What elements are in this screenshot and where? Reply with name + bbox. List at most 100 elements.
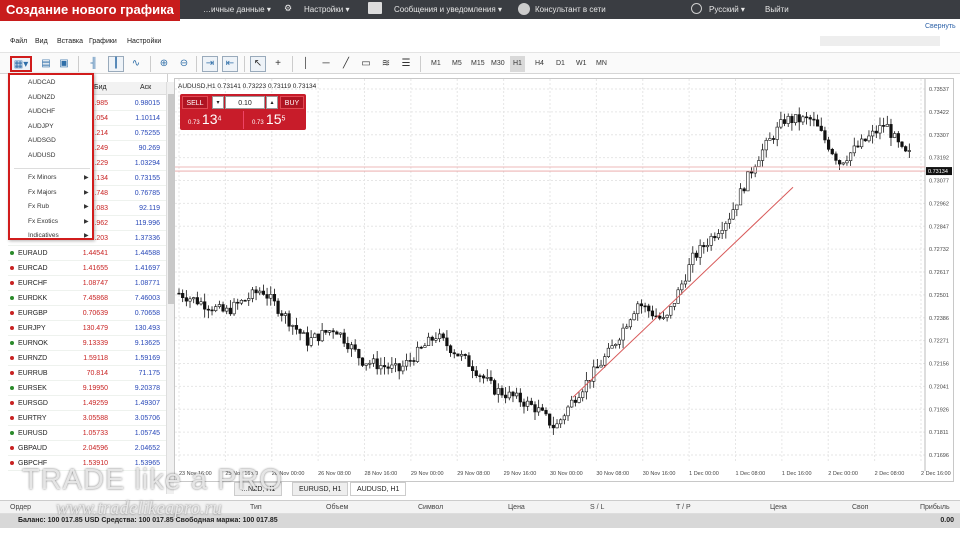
crosshair-icon[interactable]: + bbox=[270, 56, 286, 72]
volume-input[interactable]: 0.10 bbox=[225, 96, 265, 109]
trendline-icon[interactable]: ╱ bbox=[338, 56, 354, 72]
zoom-out-icon[interactable]: ⊖ bbox=[176, 56, 192, 72]
market-watch-row[interactable]: EURJPY 130.479 130.493 bbox=[8, 321, 168, 336]
dropdown-symbol-item[interactable]: AUDSGD bbox=[28, 137, 56, 144]
candle-body bbox=[749, 171, 754, 174]
channel-icon[interactable]: ≋ bbox=[378, 56, 394, 72]
candlestick-chart-icon[interactable]: ┃ bbox=[108, 56, 124, 72]
trend-dot-icon bbox=[10, 281, 14, 285]
timeframe-h4[interactable]: H4 bbox=[532, 56, 547, 72]
text-label-icon[interactable]: ▭ bbox=[358, 56, 374, 72]
market-watch-row[interactable]: EURNOK 9.13339 9.13625 bbox=[8, 336, 168, 351]
candle-body bbox=[430, 336, 434, 341]
bar-chart-icon[interactable]: ╢ bbox=[86, 56, 102, 72]
timeframe-mn[interactable]: MN bbox=[593, 56, 610, 72]
ask-value: 1.49307 bbox=[134, 400, 160, 407]
chart-shift-icon[interactable]: ⇤ bbox=[222, 56, 238, 72]
online-consultant-link[interactable]: Консультант в сети bbox=[535, 5, 606, 14]
messages-menu[interactable]: Сообщения и уведомления ▾ bbox=[394, 5, 502, 14]
price-chart[interactable]: 0.73537 0.73422 0.73307 0.73192 0.73077 0.729… bbox=[175, 79, 953, 481]
menu-settings[interactable]: Настройки bbox=[127, 38, 161, 45]
timeframe-m30[interactable]: M30 bbox=[488, 56, 508, 72]
ask-value: 1.41697 bbox=[134, 265, 160, 272]
orders-column-header[interactable]: Цена bbox=[770, 504, 787, 511]
market-watch-row[interactable]: EURNZD 1.59118 1.59169 bbox=[8, 351, 168, 366]
logout-link[interactable]: Выйти bbox=[765, 5, 789, 14]
market-watch-row[interactable]: EURGBP 0.70639 0.70658 bbox=[8, 306, 168, 321]
chart-window[interactable]: 0.73537 0.73422 0.73307 0.73192 0.73077 0.729… bbox=[174, 78, 954, 482]
volume-increase-button[interactable]: ▴ bbox=[266, 96, 278, 109]
dropdown-group-item[interactable]: Fx Minors bbox=[28, 174, 57, 181]
candle-body bbox=[247, 298, 251, 301]
sell-price[interactable]: 0.73 134 bbox=[188, 111, 221, 127]
menu-view[interactable]: Вид bbox=[35, 38, 48, 45]
ask-value: 1.05745 bbox=[134, 430, 160, 437]
template-icon[interactable]: ▣ bbox=[56, 56, 72, 72]
market-watch-row[interactable]: EURAUD 1.44541 1.44588 bbox=[8, 246, 168, 261]
market-watch-row[interactable]: EURDKK 7.45868 7.46003 bbox=[8, 291, 168, 306]
sell-button[interactable]: SELL bbox=[182, 96, 208, 109]
volume-decrease-button[interactable]: ▾ bbox=[212, 96, 224, 109]
settings-menu[interactable]: Настройки ▾ bbox=[304, 5, 349, 14]
candle-body bbox=[907, 150, 911, 152]
personal-data-menu[interactable]: …ичные данные ▾ bbox=[203, 5, 271, 14]
market-watch-scrollbar[interactable] bbox=[166, 82, 174, 494]
market-watch-row[interactable]: EURTRY 3.05588 3.05706 bbox=[8, 411, 168, 426]
dropdown-symbol-item[interactable]: AUDNZD bbox=[28, 94, 55, 101]
horizontal-line-icon[interactable]: ─ bbox=[318, 56, 334, 72]
collapse-link[interactable]: Свернуть bbox=[925, 23, 956, 30]
orders-column-header[interactable]: S / L bbox=[590, 504, 604, 511]
orders-column-header[interactable]: Прибыль bbox=[920, 504, 950, 511]
vertical-line-icon[interactable]: │ bbox=[298, 56, 314, 72]
candle-body bbox=[375, 358, 379, 370]
orders-column-header[interactable]: Ордер bbox=[10, 504, 31, 511]
dropdown-group-item[interactable]: Fx Rub bbox=[28, 203, 49, 210]
candle-body bbox=[305, 332, 310, 346]
y-tick-label: 0.72847 bbox=[929, 224, 949, 230]
timeframe-m5[interactable]: M5 bbox=[449, 56, 465, 72]
cursor-icon[interactable]: ↖ bbox=[250, 56, 266, 72]
market-watch-row[interactable]: EURCAD 1.41655 1.41697 bbox=[8, 261, 168, 276]
orders-column-header[interactable]: Цена bbox=[508, 504, 525, 511]
orders-column-header[interactable]: Своп bbox=[852, 504, 868, 511]
market-watch-row[interactable]: EURCHF 1.08747 1.08771 bbox=[8, 276, 168, 291]
market-watch-row[interactable]: EURRUB 70.814 71.175 bbox=[8, 366, 168, 381]
candle-body bbox=[199, 301, 203, 305]
buy-button[interactable]: BUY bbox=[280, 96, 304, 109]
dropdown-symbol-item[interactable]: AUDCAD bbox=[28, 79, 55, 86]
language-selector[interactable]: Русский ▾ bbox=[709, 5, 745, 14]
candle-body bbox=[254, 289, 258, 294]
timeframe-m1[interactable]: M1 bbox=[428, 56, 444, 72]
dropdown-group-item[interactable]: Fx Majors bbox=[28, 189, 57, 196]
orders-column-header[interactable]: Объем bbox=[326, 504, 348, 511]
open-file-icon[interactable]: ▤ bbox=[38, 56, 54, 72]
menu-charts[interactable]: Графики bbox=[89, 38, 117, 45]
timeframe-m15[interactable]: M15 bbox=[468, 56, 488, 72]
new-chart-button[interactable]: ▦▾ bbox=[10, 56, 32, 72]
tab-eurusd-h1[interactable]: EURUSD, H1 bbox=[292, 482, 349, 496]
autoscroll-icon[interactable]: ⇥ bbox=[202, 56, 218, 72]
market-watch-row[interactable]: EURSEK 9.19950 9.20378 bbox=[8, 381, 168, 396]
timeframe-w1[interactable]: W1 bbox=[573, 56, 590, 72]
zoom-in-icon[interactable]: ⊕ bbox=[156, 56, 172, 72]
buy-price[interactable]: 0.73 155 bbox=[252, 111, 285, 127]
menu-file[interactable]: Файл bbox=[10, 38, 27, 45]
dropdown-group-item[interactable]: Fx Exotics bbox=[28, 218, 58, 225]
dropdown-group-item[interactable]: Indicatives bbox=[28, 232, 59, 239]
fibonacci-icon[interactable]: ☰ bbox=[398, 56, 414, 72]
menu-insert[interactable]: Вставка bbox=[57, 38, 83, 45]
line-chart-icon[interactable]: ∿ bbox=[128, 56, 144, 72]
orders-column-header[interactable]: T / P bbox=[676, 504, 691, 511]
market-watch-row[interactable]: GBPAUD 2.04596 2.04652 bbox=[8, 441, 168, 456]
timeframe-h1[interactable]: H1 bbox=[510, 56, 525, 72]
tab-audusd-h1[interactable]: AUDUSD, H1 bbox=[350, 482, 407, 496]
candle-body bbox=[533, 404, 537, 413]
dropdown-symbol-item[interactable]: AUDJPY bbox=[28, 123, 54, 130]
timeframe-d1[interactable]: D1 bbox=[553, 56, 568, 72]
orders-column-header[interactable]: Тип bbox=[250, 504, 262, 511]
dropdown-symbol-item[interactable]: AUDUSD bbox=[28, 152, 55, 159]
orders-column-header[interactable]: Символ bbox=[418, 504, 443, 511]
market-watch-row[interactable]: EURUSD 1.05733 1.05745 bbox=[8, 426, 168, 441]
dropdown-symbol-item[interactable]: AUDCHF bbox=[28, 108, 55, 115]
market-watch-row[interactable]: EURSGD 1.49259 1.49307 bbox=[8, 396, 168, 411]
